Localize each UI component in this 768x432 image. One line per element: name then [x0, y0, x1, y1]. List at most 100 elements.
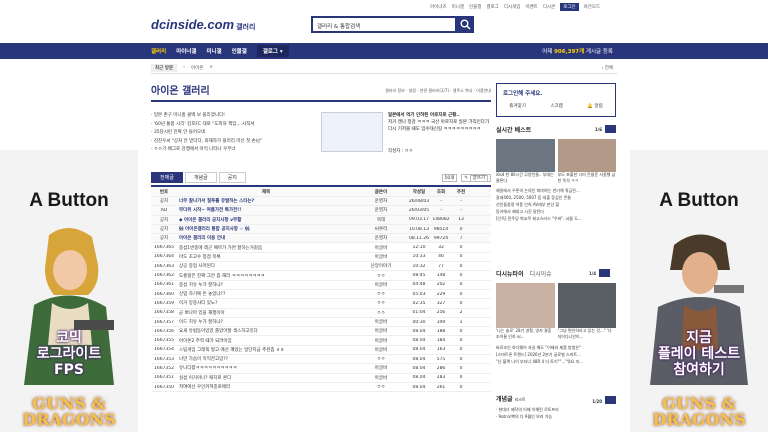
- table-row[interactable]: 1667350 저여에선 우인커져중로애라 ㅇㅇ 08.04 261 0: [151, 383, 491, 393]
- next-arrow-icon[interactable]: [605, 125, 616, 133]
- post-title[interactable]: 저여에선 우인커져중로애라: [177, 384, 355, 390]
- list-item[interactable]: · 35당시런 진짜 안 들어오네디씨방링: [151, 129, 343, 138]
- table-row[interactable]: 1667357 이드 치유 누가 잘하냐? 아글바 00:30 349 1: [151, 318, 491, 328]
- table-row[interactable]: 1667361 중섭 치유 누가 잘하냐? 아글바 04:48 202 0: [151, 281, 491, 290]
- table-row[interactable]: 1667351 실섬 이거아나? 패치로 온다 아글바 08.04 283 0: [151, 374, 491, 383]
- post-title[interactable]: 유니더팝ㅋㅋㅋㅋㅋㅋㅋㅋㅋㅋ: [177, 365, 355, 371]
- table-row[interactable]: 1667365 중섭1번중에 레곤 예마가 가면 잘하는거같음 아글바 12:10 32…: [151, 243, 491, 253]
- post-title[interactable]: 실섬 이거아나? 패치로 온다: [177, 375, 355, 381]
- post-title[interactable]: 아이온 갤러리 이용 안내: [177, 235, 355, 241]
- best-thumbnail[interactable]: [557, 139, 616, 172]
- post-title[interactable]: 중섭1번중에 레곤 예마가 가면 잘하는거같음: [177, 245, 355, 251]
- table-row[interactable]: AD 무더위 시작~ 여름가전 특가전!! 운영자 26/03/05 - -: [151, 206, 491, 216]
- featured-post[interactable]: 일본에서 먹기 인하된 아로지로 근황.. 저거 캔나 정검 ㅋㅋㅋ 국산 아로지…: [321, 112, 491, 158]
- cell: 공지: [159, 217, 169, 223]
- nav-gallog[interactable]: 갤로그 ▾: [256, 45, 289, 57]
- scrap-link[interactable]: 스크랩: [550, 103, 562, 109]
- table-row[interactable]: 1667363 상공 중업 사려된다 난앙이야기 10:32 77 0: [151, 262, 491, 272]
- table-row[interactable]: 공지 §§ 아이온갤러리 통합 공지사항 ☆ §§ 씨쿠리 10.08.13 98514…: [151, 224, 491, 235]
- gallery-menu[interactable]: 갤러리 정보 · 설정 · 연관 갤러리(1/7) · 갤주소 복사 · 이용안…: [385, 88, 491, 94]
- post-title[interactable]: 무더위 시작~ 여름가전 특가전!!: [177, 207, 355, 213]
- chevron-left-icon[interactable]: ‹: [183, 65, 185, 70]
- post-title[interactable]: §§ 아이온갤러리 통합 공지사항 ☆ §§: [177, 226, 355, 232]
- cell: ㅇㅇ: [376, 301, 386, 307]
- cell: 0: [459, 384, 463, 390]
- post-title[interactable]: 아이온2 주력 때가 되려이임: [177, 338, 355, 344]
- post-title[interactable]: 중섭 치유 누가 잘하냐?: [177, 282, 355, 288]
- table-row[interactable]: 1667352 유니더팝ㅋㅋㅋㅋㅋㅋㅋㅋㅋㅋ 아글바 08.04 286 0: [151, 364, 491, 374]
- post-title[interactable]: 이거 망중사티 있노?: [177, 300, 355, 306]
- table-row[interactable]: 공지 아이온 갤러리 이용 안내 운영자 08.11.26 99724 7: [151, 234, 491, 244]
- close-icon[interactable]: ×: [209, 65, 213, 70]
- util-link[interactable]: 이벤트: [525, 4, 537, 10]
- night-mode-toggle[interactable]: 야간모드: [584, 4, 601, 10]
- post-title[interactable]: 너무 잘나가서 질투를 유발하는 스타는?: [177, 198, 355, 204]
- post-title[interactable]: 신업 하기에 돈 놓았냐??: [177, 291, 355, 297]
- page-size-select[interactable]: 50개: [441, 174, 458, 182]
- favorites-link[interactable]: 즐겨찾기: [509, 103, 526, 109]
- table-row[interactable]: 1667355 아이온2 주력 때가 되려이임 아글바 08.04 184 0: [151, 336, 491, 346]
- util-link[interactable]: 갤로그: [486, 4, 498, 10]
- table-row[interactable]: 1667354 스팀게임 그래픽 평고 애산 깨었는 일단지금 추천좀 ㅎㅎ 아글바…: [151, 346, 491, 356]
- util-link[interactable]: 디시게임: [504, 4, 521, 10]
- post-title[interactable]: 마도 초고수 정점 목록: [177, 254, 355, 260]
- login-button[interactable]: 로그인: [560, 3, 579, 11]
- list-item[interactable]: · ㅇㅇ기·배그로 강행에서 아먹 나타나 우부너탕그링사: [151, 146, 343, 155]
- cell: 05:03: [412, 291, 426, 297]
- view-all[interactable]: › 전체: [601, 65, 613, 71]
- tab-notice[interactable]: 공지: [218, 172, 246, 183]
- util-link[interactable]: 미니갤: [452, 4, 464, 10]
- post-title[interactable]: 도룡왕은 진짜 그만 좀 해라 ㅋㅋㅋㅋㅋㅋㅋㅋ: [177, 273, 355, 279]
- tab-all[interactable]: 전체글: [151, 172, 183, 183]
- table-row[interactable]: 1667360 신업 하기에 돈 놓았냐?? ㅇㅇ 05:03 229 0: [151, 290, 491, 300]
- table-row[interactable]: 공지 너무 잘나가서 질투를 유발하는 스타는? 운영자 26/08/03 - -: [151, 197, 491, 207]
- search-button[interactable]: [457, 16, 474, 33]
- list-item[interactable]: · 일본 촌구 미니홈 클백 보 올리겠니다!일촌형: [151, 112, 343, 121]
- nav-gallery[interactable]: 갤러리: [151, 47, 166, 55]
- util-link[interactable]: 아이너츠: [430, 4, 447, 10]
- news-thumbnail[interactable]: [496, 283, 555, 328]
- left-ad-banner[interactable]: A Button 코믹 로그라이트 FPS GUNS & DRAGONS: [0, 150, 138, 432]
- news-thumbnail[interactable]: [557, 283, 616, 328]
- best-thumbnail[interactable]: [496, 139, 555, 172]
- post-title[interactable]: 상공 중업 사려된다: [177, 263, 355, 269]
- util-link[interactable]: 디시콘: [543, 4, 555, 10]
- post-title[interactable]: ◆ 아이온 갤러리 공지사항 v부활: [177, 217, 355, 223]
- right-ad-banner[interactable]: A Button 지금 플레이 테스트 참여하기 GUNS & DRAGONS: [630, 150, 768, 432]
- alert-link[interactable]: 🔔 알림: [587, 103, 602, 109]
- featured-thumbnail[interactable]: [321, 112, 383, 152]
- nav-person[interactable]: 인물갤: [232, 47, 247, 55]
- post-title[interactable]: 요새 유법동아있었 쫄았어할 섹스하고잇다: [177, 328, 355, 334]
- cell: 1667365: [153, 245, 175, 251]
- cell: ㅇㅇ: [376, 273, 386, 279]
- cell: 1667355: [153, 338, 175, 344]
- post-title[interactable]: 곧 뽀나마 있을 재행이아: [177, 310, 355, 316]
- cell: 1667361: [153, 282, 175, 288]
- cell: ㅇㅇ: [376, 292, 386, 298]
- post-title[interactable]: 나만 가슴이 먹먹한고맘??: [177, 356, 355, 362]
- tab-concept[interactable]: 개념글: [184, 172, 217, 183]
- recent-item[interactable]: 아이온: [191, 65, 203, 71]
- list-item[interactable]: · '60년 통합 시리' 김포FC 대로 "도피처 책임....사직서그르네: [151, 121, 343, 130]
- post-title[interactable]: 이드 치유 누가 잘하냐?: [177, 319, 355, 325]
- next-arrow-icon[interactable]: [605, 396, 616, 404]
- nav-minor[interactable]: 마이너갤: [176, 47, 196, 55]
- util-link[interactable]: 인물갤: [469, 4, 481, 10]
- list-item[interactable]: · 김진우씨 "상처 안 받더다, 와해자가 플러리 마신 첫 손님"ㅇㅇ: [151, 138, 343, 147]
- table-row[interactable]: 1667356 요새 유법동아있었 쫄았어할 섹스하고잇다 아글바 08.04 188 0: [151, 327, 491, 337]
- table-row[interactable]: 1667364 마도 초고수 정점 목록 아글바 10:33 46 0: [151, 253, 491, 263]
- table-row[interactable]: 1667359 이거 망중사티 있노? ㅇㅇ 02:35 327 0: [151, 299, 491, 309]
- post-title[interactable]: 스팀게임 그래픽 평고 애산 깨었는 일단지금 추천좀 ㅎㅎ: [177, 347, 355, 353]
- write-button[interactable]: ✎ 글쓰기: [461, 174, 491, 182]
- table-row[interactable]: 1667362 도룡왕은 진짜 그만 좀 해라 ㅋㅋㅋㅋㅋㅋㅋㅋ ㅇㅇ 08:45 14…: [151, 271, 491, 281]
- nav-mini[interactable]: 미니갤: [206, 47, 221, 55]
- cell: 229: [436, 291, 446, 297]
- search-input[interactable]: 갤러리 & 통합검색: [311, 16, 457, 33]
- next-arrow-icon[interactable]: [599, 269, 610, 277]
- recent-visit[interactable]: 최근 방문: [151, 63, 178, 72]
- table-row[interactable]: 1667353 나만 가슴이 먹먹한고맘?? ㅇㅇ 08.04 575 0: [151, 355, 491, 365]
- table-row[interactable]: 공지 ◆ 아이온 갤러리 공지사항 v부활 목데 09.03.17 148082 13: [151, 215, 491, 225]
- login-prompt[interactable]: 로그인해 주세요.: [503, 89, 542, 97]
- table-row[interactable]: 1667358 곧 뽀나마 있을 재행이아 ㅇㅇ 01:04 256 2: [151, 309, 491, 318]
- site-logo[interactable]: dcinside.com 갤러리: [151, 17, 255, 32]
